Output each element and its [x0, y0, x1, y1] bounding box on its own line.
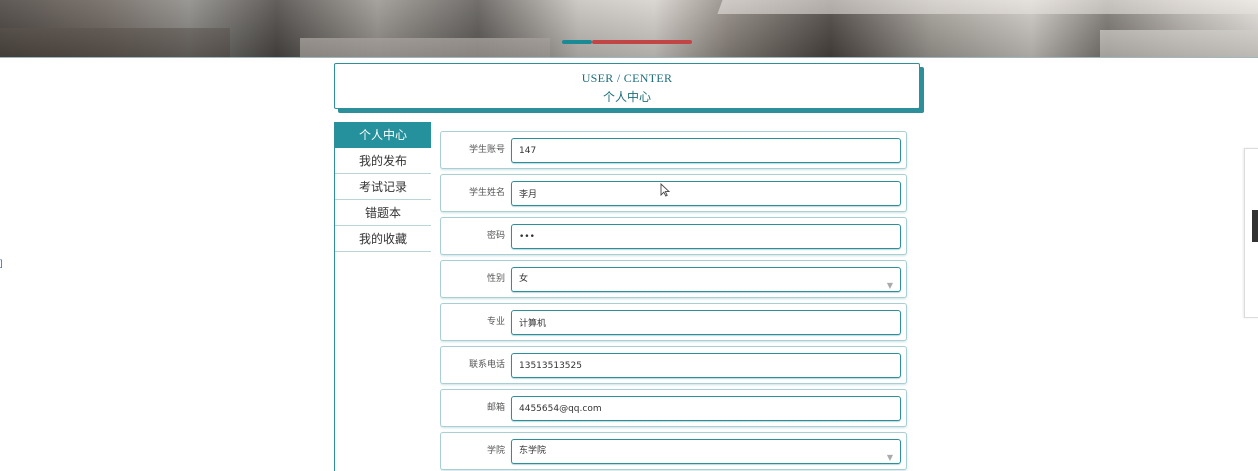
form-row-student-name: 学生姓名	[440, 174, 907, 212]
form-row-password: 密码	[440, 217, 907, 255]
form-row-college: 学院 东学院 ▼	[440, 432, 907, 470]
top-banner	[0, 0, 1258, 58]
gender-select[interactable]: 女 ▼	[511, 267, 901, 292]
college-select[interactable]: 东学院 ▼	[511, 439, 901, 464]
phone-input[interactable]	[511, 353, 901, 378]
email-input[interactable]	[511, 396, 901, 421]
field-label: 学生账号	[468, 145, 505, 155]
page-title-zh: 个人中心	[602, 90, 651, 104]
sidebar-item-favorites[interactable]: 我的收藏	[335, 226, 431, 252]
college-select-value: 东学院	[519, 446, 547, 456]
sidebar-item-wrong-questions[interactable]: 错题本	[335, 200, 431, 226]
field-label: 联系电话	[468, 360, 505, 370]
field-label: 学生姓名	[468, 188, 505, 198]
form-row-gender: 性别 女 ▼	[440, 260, 907, 298]
sidebar-item-exam-records[interactable]: 考试记录	[335, 174, 431, 200]
form-row-student-account: 学生账号	[440, 131, 907, 169]
field-label: 学院	[486, 446, 505, 456]
banner-overlay	[0, 0, 1258, 57]
profile-form: 学生账号 学生姓名 密码 性别 女 ▼ 专业 联系电话 邮箱 学院 东学院 ▼	[440, 131, 909, 471]
sidebar-nav: 个人中心 我的发布 考试记录 错题本 我的收藏	[334, 122, 431, 471]
mouse-pointer-icon	[660, 183, 670, 197]
password-input[interactable]	[511, 224, 901, 249]
floating-side-tab[interactable]	[1252, 210, 1258, 242]
sidebar-item-my-posts[interactable]: 我的发布	[335, 148, 431, 174]
carousel-indicator[interactable]	[592, 40, 692, 44]
sidebar-item-profile[interactable]: 个人中心	[335, 122, 431, 148]
page-title-box: USER / CENTER 个人中心	[334, 63, 920, 109]
form-row-email: 邮箱	[440, 389, 907, 427]
form-row-major: 专业	[440, 303, 907, 341]
field-label: 专业	[486, 317, 505, 327]
carousel-indicator-active[interactable]	[562, 40, 592, 44]
edge-mark: ]	[0, 258, 3, 268]
chevron-down-icon: ▼	[886, 453, 893, 462]
carousel-indicators	[562, 40, 692, 44]
gender-select-value: 女	[519, 274, 529, 284]
student-name-input[interactable]	[511, 181, 901, 206]
student-account-input[interactable]	[511, 138, 901, 163]
field-label: 邮箱	[486, 403, 505, 413]
chevron-down-icon: ▼	[886, 281, 893, 290]
field-label: 密码	[486, 231, 505, 241]
field-label: 性别	[486, 274, 505, 284]
page-title-en: USER / CENTER	[581, 71, 673, 85]
major-input[interactable]	[511, 310, 901, 335]
form-row-phone: 联系电话	[440, 346, 907, 384]
